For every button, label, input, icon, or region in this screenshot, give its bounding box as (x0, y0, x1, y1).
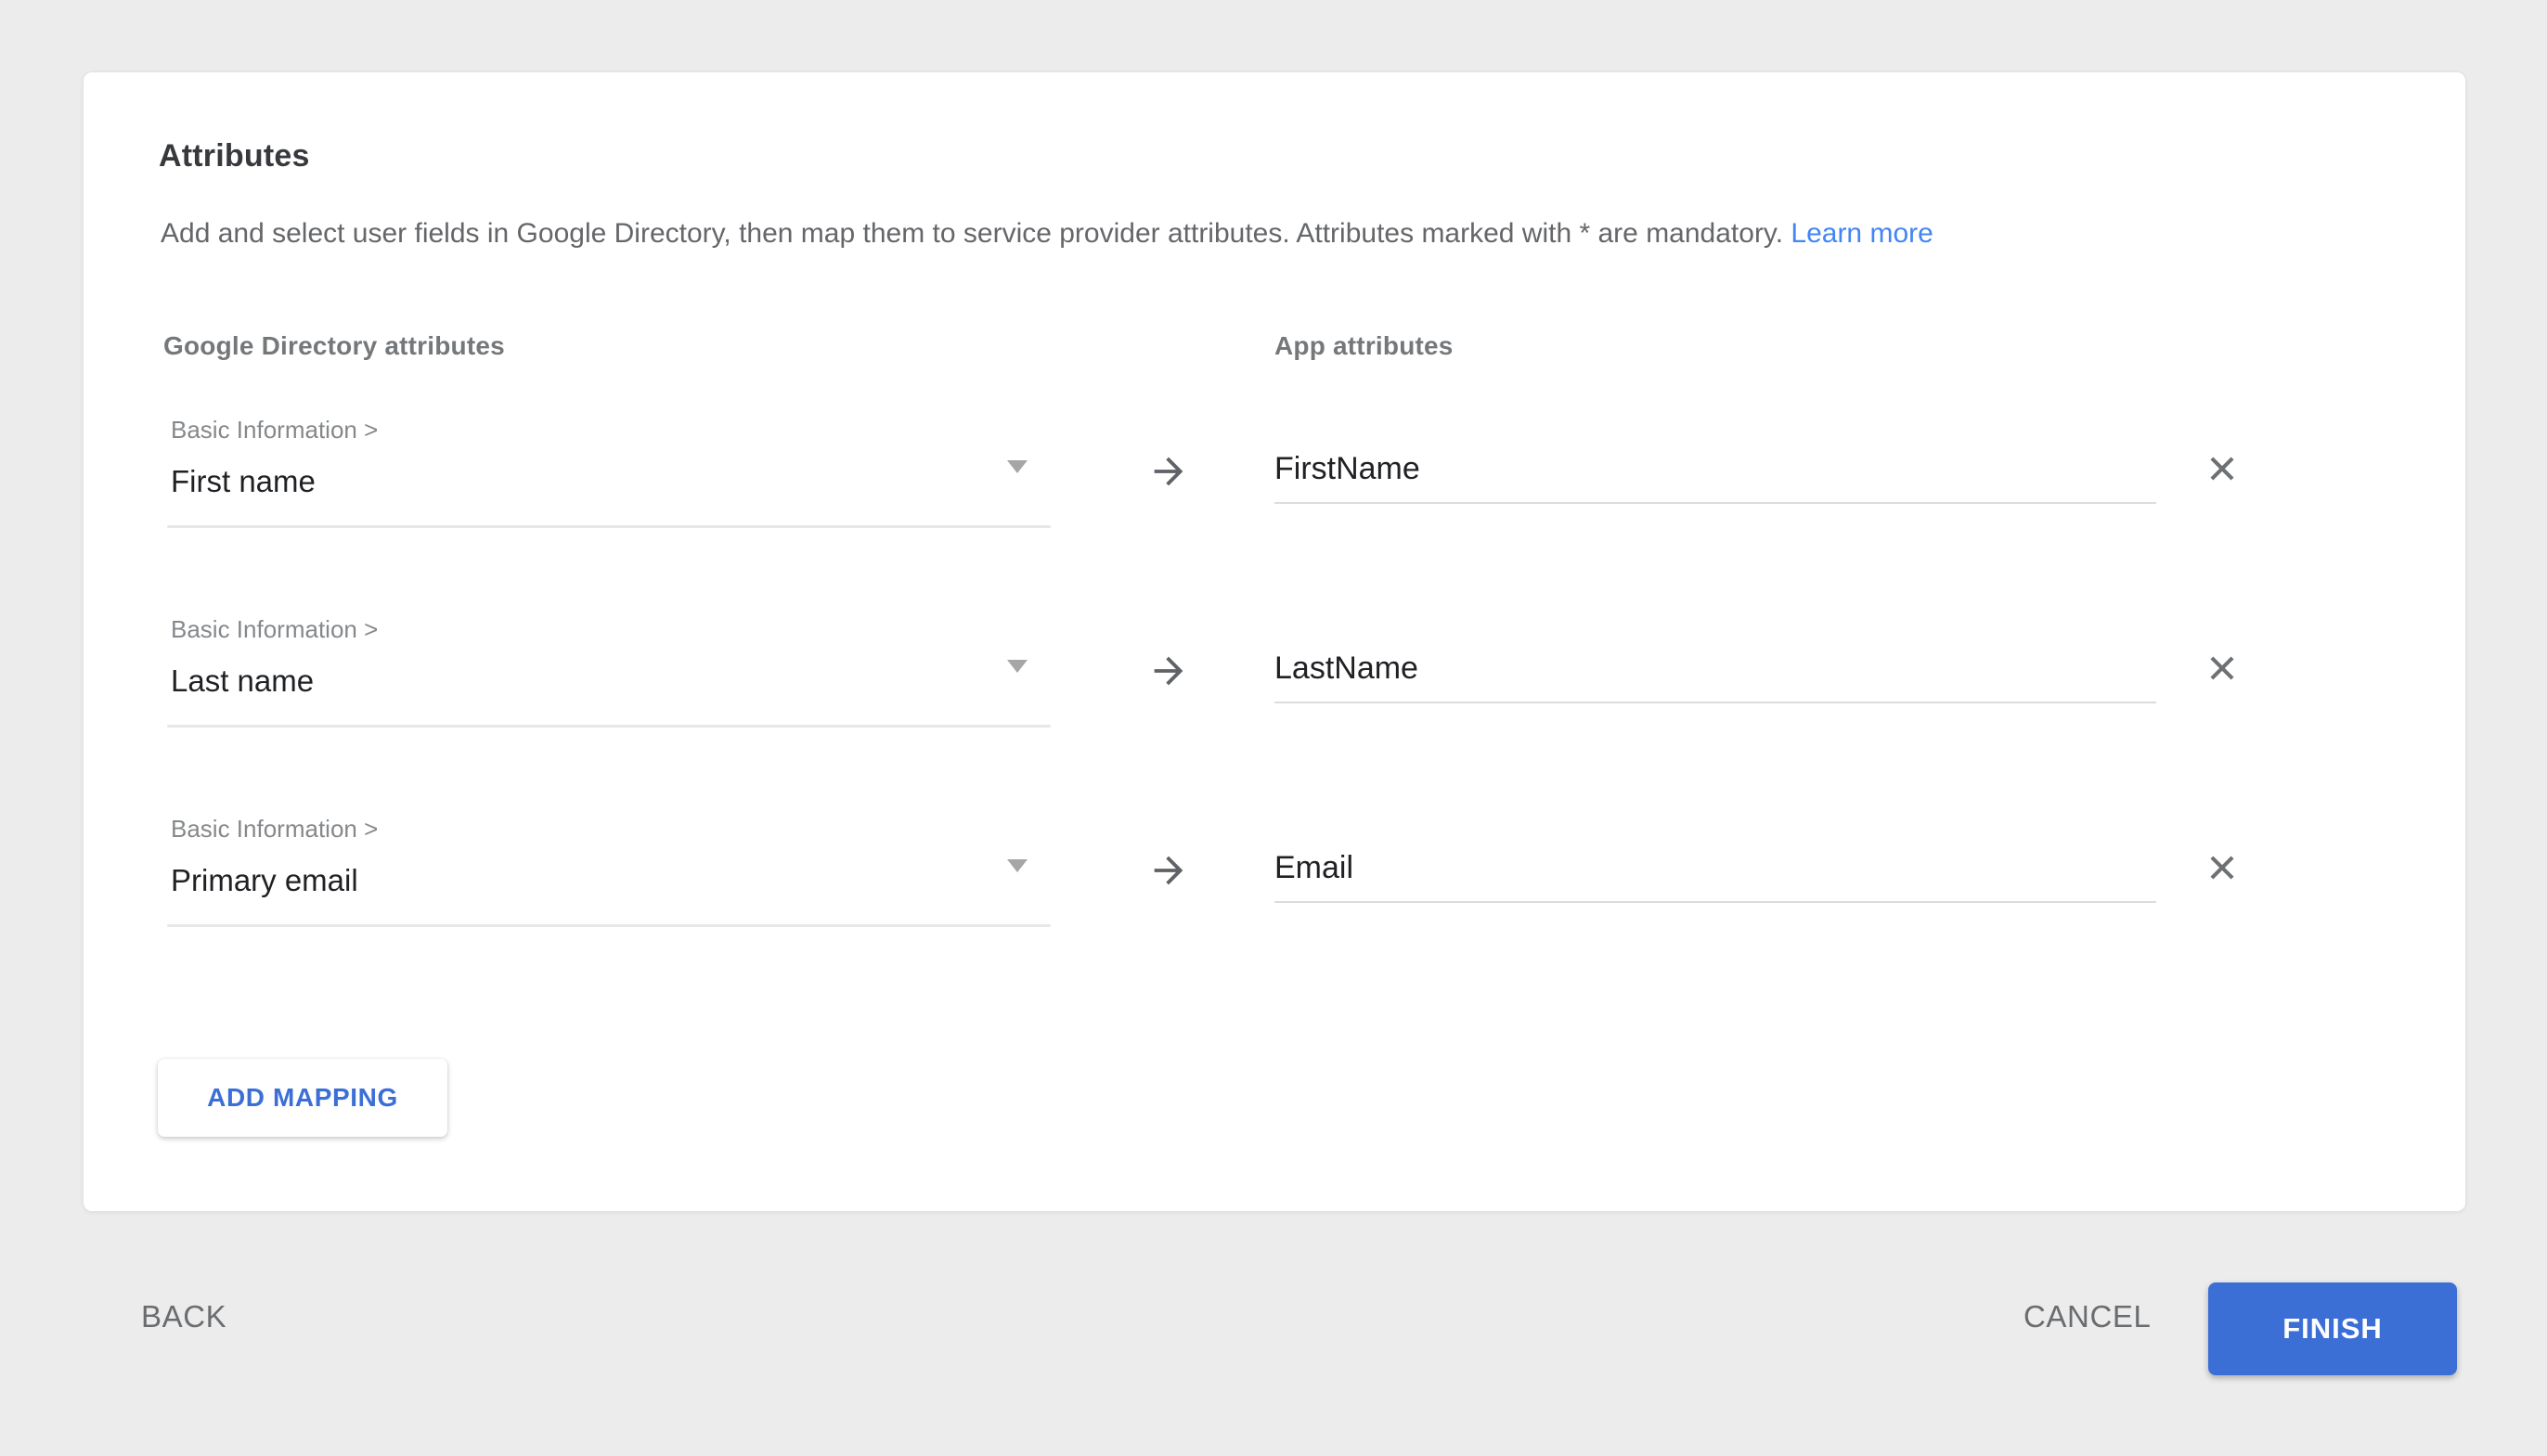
dropdown-selected-value: Last name (171, 662, 314, 701)
app-attribute-field (1274, 417, 2156, 528)
mapping-row: Basic Information > Last name (84, 616, 2465, 816)
caret-down-icon (1007, 460, 1028, 473)
close-icon (2204, 451, 2240, 486)
finish-button[interactable]: FINISH (2208, 1282, 2457, 1375)
input-underline (1274, 702, 2156, 703)
app-attribute-input[interactable] (1274, 644, 2156, 692)
caret-down-icon (1007, 859, 1028, 872)
mapping-row: Basic Information > Primary email (84, 816, 2465, 1015)
dropdown-category-label: Basic Information > (171, 816, 378, 842)
learn-more-link[interactable]: Learn more (1791, 218, 1933, 249)
dropdown-category-label: Basic Information > (171, 616, 378, 642)
column-header-directory-attributes: Google Directory attributes (163, 330, 505, 362)
dropdown-selected-value: First name (171, 462, 316, 501)
remove-mapping-button[interactable] (2196, 842, 2248, 894)
column-header-app-attributes: App attributes (1274, 330, 1454, 362)
input-underline (1274, 502, 2156, 504)
close-icon (2204, 850, 2240, 885)
arrow-right-icon (1147, 650, 1190, 692)
app-attribute-input[interactable] (1274, 445, 2156, 493)
page-title: Attributes (159, 138, 310, 174)
remove-mapping-button[interactable] (2196, 642, 2248, 694)
input-underline (1274, 901, 2156, 903)
back-button[interactable]: BACK (121, 1282, 247, 1352)
mapping-row: Basic Information > First name (84, 417, 2465, 616)
add-mapping-button[interactable]: ADD MAPPING (158, 1059, 447, 1137)
dropdown-selected-value: Primary email (171, 861, 358, 900)
close-icon (2204, 651, 2240, 686)
arrow-right-icon (1147, 450, 1190, 493)
dropdown-underline (167, 725, 1051, 728)
arrow-right-icon (1147, 849, 1190, 892)
cancel-button[interactable]: CANCEL (1999, 1282, 2175, 1352)
attributes-card: Attributes Add and select user fields in… (83, 71, 2466, 1212)
app-attribute-field (1274, 816, 2156, 927)
dropdown-category-label: Basic Information > (171, 417, 378, 443)
remove-mapping-button[interactable] (2196, 443, 2248, 495)
caret-down-icon (1007, 660, 1028, 673)
directory-attribute-dropdown[interactable]: Basic Information > First name (169, 417, 1047, 556)
directory-attribute-dropdown[interactable]: Basic Information > Last name (169, 616, 1047, 755)
app-attribute-field (1274, 616, 2156, 728)
dropdown-underline (167, 924, 1051, 927)
dropdown-underline (167, 525, 1051, 528)
app-attribute-input[interactable] (1274, 844, 2156, 892)
directory-attribute-dropdown[interactable]: Basic Information > Primary email (169, 816, 1047, 955)
description-text: Add and select user fields in Google Dir… (161, 216, 2391, 251)
description-body: Add and select user fields in Google Dir… (161, 218, 1783, 249)
